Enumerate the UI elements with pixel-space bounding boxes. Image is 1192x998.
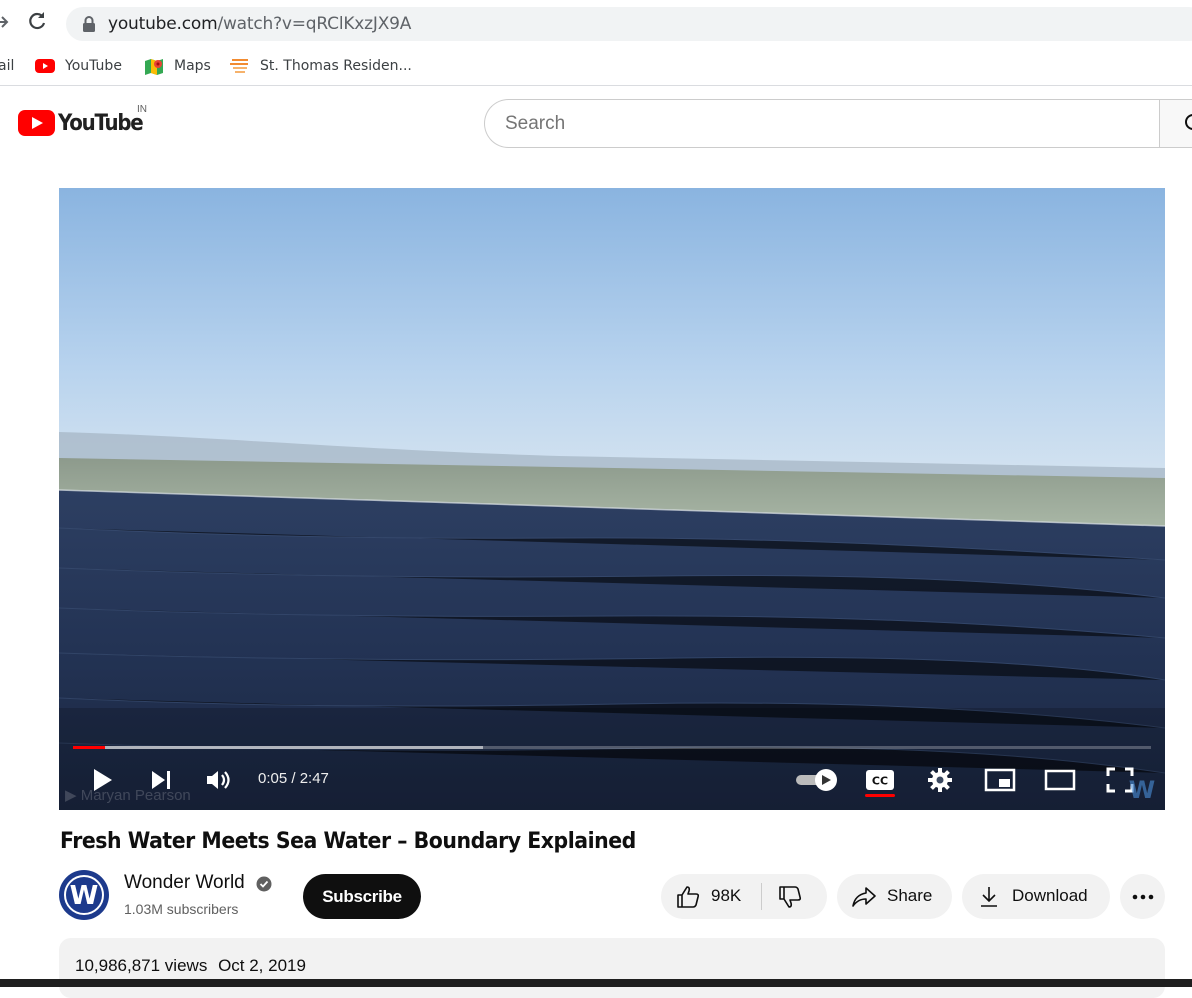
captions-active-indicator xyxy=(865,794,895,797)
subscribe-button[interactable]: Subscribe xyxy=(303,874,421,919)
captions-icon: CC xyxy=(866,770,894,790)
bookmark-maps[interactable]: Maps xyxy=(144,56,211,76)
verified-badge-icon xyxy=(256,876,272,892)
url-path: /watch?v=qRClKxzJX9A xyxy=(217,14,412,34)
search-input[interactable]: Search xyxy=(484,99,1160,148)
address-bar[interactable]: youtube.com/watch?v=qRClKxzJX9A xyxy=(66,7,1192,41)
bookmark-label: Maps xyxy=(174,58,211,74)
dislike-button[interactable] xyxy=(777,884,803,915)
channel-branding-icon: W xyxy=(1129,776,1155,803)
bookmarks-bar: ail YouTube Maps St. Thomas Residen... xyxy=(0,48,1192,86)
search-button[interactable] xyxy=(1159,99,1192,148)
download-button[interactable]: Download xyxy=(962,874,1110,919)
view-count: 10,986,871 views xyxy=(75,956,208,975)
logo-text: YouTube xyxy=(58,110,144,136)
download-label: Download xyxy=(1012,886,1088,905)
search-placeholder: Search xyxy=(505,113,566,134)
video-frame xyxy=(59,188,1165,810)
channel-watermark-logo[interactable]: W xyxy=(1125,774,1159,804)
download-icon xyxy=(981,887,997,907)
thumbs-down-icon xyxy=(779,886,802,908)
bookmark-youtube[interactable]: YouTube xyxy=(35,56,122,76)
volume-button[interactable] xyxy=(205,766,233,794)
like-button[interactable] xyxy=(675,884,701,915)
share-button[interactable]: Share xyxy=(837,874,952,919)
progress-buffered xyxy=(73,746,483,749)
more-horizontal-icon xyxy=(1132,894,1153,899)
watermark-play-icon: ▶ xyxy=(65,787,77,804)
miniplayer-button[interactable] xyxy=(983,766,1017,794)
reload-icon[interactable] xyxy=(26,10,48,32)
bookmark-st-thomas[interactable]: St. Thomas Residen... xyxy=(230,56,412,76)
browser-address-row: youtube.com/watch?v=qRClKxzJX9A xyxy=(0,0,1192,46)
more-actions-button[interactable] xyxy=(1120,874,1165,919)
taskbar-edge xyxy=(0,979,1192,987)
video-player[interactable]: 0:05 / 2:47 ▶ Maryan Pearson CC W xyxy=(59,188,1165,810)
theater-mode-button[interactable] xyxy=(1043,766,1077,794)
like-count: 98K xyxy=(711,886,742,905)
youtube-play-icon xyxy=(18,110,55,136)
like-dislike-group: 98K xyxy=(661,874,827,919)
site-icon xyxy=(230,58,250,74)
avatar-letter: W xyxy=(70,881,99,911)
time-display: 0:05 / 2:47 xyxy=(258,770,329,787)
lock-icon[interactable] xyxy=(82,16,96,32)
youtube-logo[interactable]: YouTube xyxy=(18,108,152,138)
autoplay-icon xyxy=(796,769,837,791)
progress-played xyxy=(73,746,106,749)
maps-icon xyxy=(144,58,164,75)
settings-button[interactable] xyxy=(925,766,955,794)
channel-avatar[interactable]: W xyxy=(59,870,109,920)
description-box[interactable]: 10,986,871 views Oct 2, 2019 xyxy=(59,938,1165,998)
thumbs-up-icon xyxy=(677,886,700,908)
video-stats: 10,986,871 views Oct 2, 2019 xyxy=(75,956,312,976)
country-code: IN xyxy=(137,104,147,115)
autoplay-toggle[interactable] xyxy=(793,767,841,793)
watermark-text: Maryan Pearson xyxy=(80,787,191,804)
url-text: youtube.com/watch?v=qRClKxzJX9A xyxy=(108,14,411,34)
subscriber-count: 1.03M subscribers xyxy=(124,901,239,917)
svg-text:CC: CC xyxy=(872,775,888,788)
gear-icon xyxy=(928,768,952,792)
captions-button[interactable]: CC xyxy=(863,766,897,800)
upload-date: Oct 2, 2019 xyxy=(218,956,306,975)
bookmark-gmail[interactable]: ail xyxy=(0,56,14,76)
forward-icon[interactable] xyxy=(0,12,10,32)
bookmark-label: ail xyxy=(0,58,15,74)
bookmark-label: YouTube xyxy=(65,58,122,74)
share-icon xyxy=(852,887,876,907)
theater-icon xyxy=(1044,769,1076,791)
like-divider xyxy=(761,883,762,910)
volume-icon xyxy=(207,771,230,789)
url-host: youtube.com xyxy=(108,14,218,34)
youtube-icon xyxy=(35,58,55,74)
search-icon xyxy=(1185,114,1192,130)
video-watermark: ▶ Maryan Pearson xyxy=(65,786,191,804)
miniplayer-icon xyxy=(984,768,1016,792)
channel-name[interactable]: Wonder World xyxy=(124,872,245,894)
share-label: Share xyxy=(887,886,933,905)
progress-bar[interactable] xyxy=(73,746,1151,749)
video-title: Fresh Water Meets Sea Water – Boundary E… xyxy=(60,829,636,854)
svg-text:W: W xyxy=(1129,776,1155,803)
bookmark-label: St. Thomas Residen... xyxy=(260,58,412,74)
avatar-w-icon: W xyxy=(60,871,108,919)
